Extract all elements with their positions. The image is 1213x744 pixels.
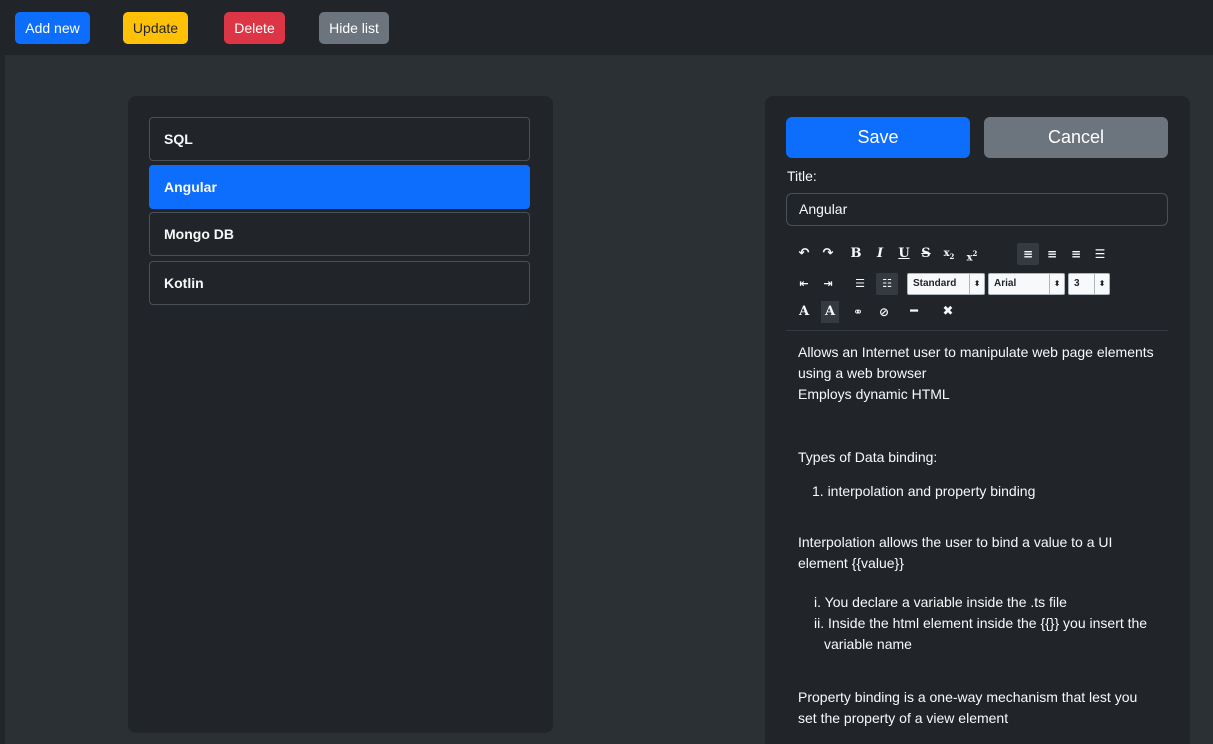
indent-icon[interactable]: ⇥ (817, 273, 839, 295)
link-icon[interactable]: ⚭ (847, 301, 869, 323)
update-button[interactable]: Update (123, 12, 188, 44)
subscript-icon[interactable]: x2 (938, 243, 960, 265)
bold-icon[interactable]: B (845, 243, 867, 265)
cancel-button[interactable]: Cancel (984, 117, 1168, 158)
content-paragraph: Property binding is a one-way mechanism … (798, 689, 1138, 726)
superscript-icon[interactable]: x2 (961, 243, 983, 265)
numbered-list-icon[interactable]: ☷ (876, 273, 898, 295)
redo-icon[interactable]: ↷ (817, 243, 839, 265)
delete-button[interactable]: Delete (224, 12, 285, 44)
left-edge-strip (0, 55, 5, 744)
chevron-updown-icon: ⬍ (1094, 274, 1109, 294)
title-input[interactable]: Angular (786, 193, 1168, 226)
highlight-color-icon[interactable]: A (821, 301, 839, 323)
hide-list-button[interactable]: Hide list (319, 12, 389, 44)
list-item-sql[interactable]: SQL (149, 117, 530, 161)
align-justify-icon[interactable]: ☰ (1089, 243, 1111, 265)
list-item-angular[interactable]: Angular (149, 165, 530, 209)
content-paragraph: Employs dynamic HTML (798, 386, 950, 402)
size-select[interactable]: 3 ⬍ (1068, 273, 1110, 295)
topic-list-panel: SQL Angular Mongo DB Kotlin (128, 96, 553, 733)
list-item: i. You declare a variable inside the .ts… (814, 594, 1067, 610)
format-select[interactable]: Standard ⬍ (907, 273, 985, 295)
chevron-updown-icon: ⬍ (1049, 274, 1064, 294)
content-paragraph: Allows an Internet user to manipulate we… (798, 344, 1154, 381)
text-color-icon[interactable]: A (793, 301, 815, 323)
strikethrough-icon[interactable]: S (915, 243, 937, 265)
title-label: Title: (787, 168, 817, 184)
list-item-kotlin[interactable]: Kotlin (149, 261, 530, 305)
font-select-value: Arial (994, 278, 1017, 289)
align-right-icon[interactable]: ≡ (1065, 243, 1087, 265)
chevron-updown-icon: ⬍ (969, 274, 984, 294)
top-toolbar: Add new Update Delete Hide list (0, 0, 1213, 55)
add-new-button[interactable]: Add new (15, 12, 90, 44)
horizontal-rule-icon[interactable]: ━ (903, 301, 925, 323)
list-item: 1. interpolation and property binding (812, 483, 1036, 499)
remove-format-icon[interactable]: ✖ (937, 301, 959, 323)
font-select[interactable]: Arial ⬍ (988, 273, 1065, 295)
italic-icon[interactable]: I (869, 243, 891, 265)
save-button[interactable]: Save (786, 117, 970, 158)
align-left-icon[interactable]: ≡ (1017, 243, 1039, 265)
toolbar-divider (786, 330, 1168, 331)
format-select-value: Standard (913, 278, 957, 289)
unlink-icon[interactable]: ⊘ (873, 301, 895, 323)
align-center-icon[interactable]: ≡ (1041, 243, 1063, 265)
outdent-icon[interactable]: ⇤ (793, 273, 815, 295)
editor-content[interactable]: Allows an Internet user to manipulate we… (798, 342, 1158, 729)
editor-panel: Save Cancel Title: Angular ↶ ↷ B I U S x… (765, 96, 1190, 744)
list-item: ii. Inside the html element inside the {… (814, 615, 1148, 652)
size-select-value: 3 (1074, 278, 1080, 289)
bullet-list-icon[interactable]: ☰ (849, 273, 871, 295)
list-item-mongo-db[interactable]: Mongo DB (149, 212, 530, 256)
content-paragraph: Types of Data binding: (798, 449, 938, 465)
content-paragraph: Interpolation allows the user to bind a … (798, 534, 1113, 571)
underline-icon[interactable]: U (893, 243, 915, 265)
undo-icon[interactable]: ↶ (793, 243, 815, 265)
